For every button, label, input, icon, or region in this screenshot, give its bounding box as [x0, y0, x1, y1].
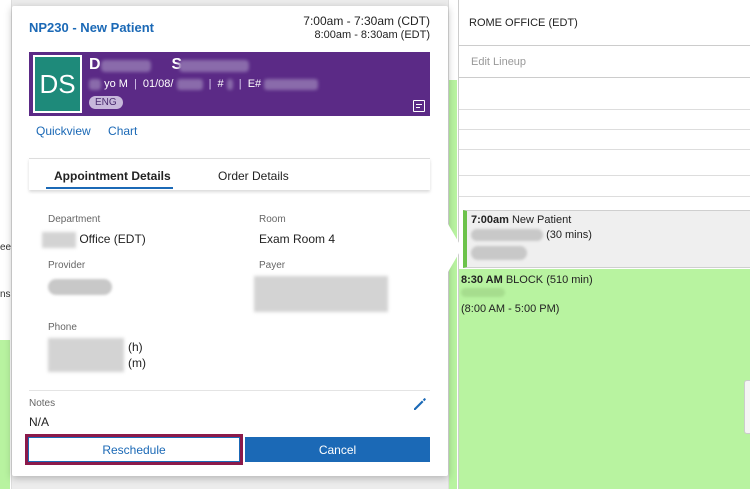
notes-value: N/A: [29, 415, 50, 429]
redacted-text: [48, 278, 112, 295]
chart-link[interactable]: Chart: [108, 124, 137, 138]
appointment-duration: (30 mins): [546, 229, 592, 241]
patient-dob: 01/08/: [142, 78, 174, 90]
patient-details: yo M | 01/08/ | # | E#: [89, 78, 319, 90]
redacted-text: [42, 232, 76, 248]
patient-mrn: #: [217, 78, 224, 90]
edit-pencil-icon[interactable]: [412, 396, 428, 412]
block-label: BLOCK (510 min): [505, 274, 593, 286]
notes-label: Notes: [29, 398, 56, 409]
provider-label: Provider: [48, 260, 86, 271]
redacted-last-name: [179, 60, 249, 72]
tab-appointment-details[interactable]: Appointment Details: [54, 169, 171, 183]
phone-mobile-suffix: (m): [128, 356, 146, 370]
patient-encounter: E#: [247, 78, 262, 90]
phone-redacted: [48, 338, 124, 372]
time-grid-line: [459, 129, 750, 130]
block-appointment[interactable]: 8:30 AM BLOCK (510 min) (8:00 AM - 5:00 …: [459, 269, 750, 489]
patient-links: Quickview Chart: [36, 124, 151, 138]
block-range: (8:00 AM - 5:00 PM): [461, 303, 560, 315]
redacted-text: [48, 338, 124, 372]
provider-value: [48, 278, 112, 296]
payer-value: [254, 276, 388, 312]
payer-label: Payer: [259, 260, 286, 271]
cancel-button[interactable]: Cancel: [245, 437, 430, 462]
schedule-column: ROME OFFICE (EDT) Edit Lineup 8:30 AM BL…: [458, 0, 750, 489]
popup-title: NP230 - New Patient: [29, 20, 154, 35]
redacted-text: [461, 287, 505, 297]
divider: [29, 390, 430, 391]
patient-first-initial: D: [89, 56, 101, 73]
scroll-handle[interactable]: [744, 380, 750, 434]
middle-block-fill: [449, 80, 457, 489]
department-value: Office (EDT): [42, 232, 146, 248]
phone-label: Phone: [48, 322, 77, 333]
appointment-card[interactable]: 7:00am New Patient (30 mins): [463, 210, 750, 268]
patient-avatar: DS: [33, 55, 82, 113]
department-label: Department: [48, 214, 101, 225]
appointment-time-local: 7:00am - 7:30am (CDT): [303, 14, 430, 28]
reschedule-button[interactable]: Reschedule: [25, 434, 243, 465]
block-time: 8:30 AM: [461, 274, 503, 286]
left-column-fragment: ns: [0, 289, 11, 300]
language-badge: ENG: [89, 96, 123, 109]
appointment-time: 7:00am: [471, 214, 509, 226]
time-grid-line: [459, 196, 750, 197]
redacted-patient-name: [471, 229, 543, 242]
patient-age-sex: yo M: [104, 78, 128, 90]
time-grid-line: [459, 175, 750, 176]
patient-banner: DS D S yo M | 01/08/ | # | E# ENG: [29, 52, 430, 116]
edit-lineup-link[interactable]: Edit Lineup: [459, 46, 750, 78]
active-tab-indicator: [46, 187, 173, 189]
tab-order-details[interactable]: Order Details: [218, 169, 289, 183]
time-grid-line: [459, 109, 750, 110]
document-icon[interactable]: [413, 100, 425, 112]
phone-home-suffix: (h): [128, 340, 143, 354]
time-grid-line: [459, 149, 750, 150]
room-label: Room: [259, 214, 286, 225]
redacted-text: [254, 276, 388, 312]
column-header: ROME OFFICE (EDT): [459, 0, 750, 46]
redacted-text: [471, 246, 527, 261]
quickview-link[interactable]: Quickview: [36, 124, 91, 138]
popup-pointer: [448, 224, 462, 272]
left-column-fragment: ee: [0, 242, 12, 253]
room-value: Exam Room 4: [259, 232, 336, 246]
left-block-fill: [0, 340, 10, 489]
appointment-popup: NP230 - New Patient 7:00am - 7:30am (CDT…: [12, 6, 462, 476]
detail-tabs: Appointment Details Order Details: [29, 158, 430, 190]
appointment-time-office: 8:00am - 8:30am (EDT): [314, 29, 430, 41]
redacted-first-name: [101, 60, 151, 72]
appointment-type: New Patient: [511, 214, 572, 226]
